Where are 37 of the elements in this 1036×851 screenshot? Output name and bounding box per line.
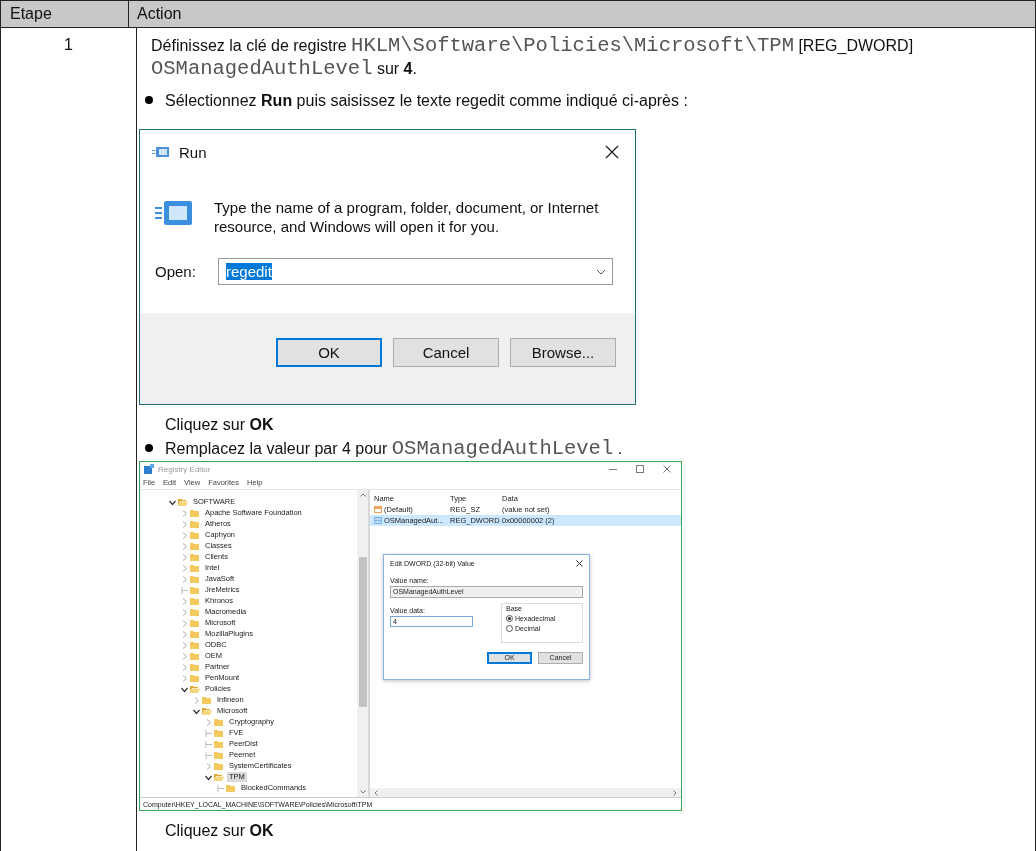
scroll-up-icon[interactable] <box>359 492 366 497</box>
column-header: Action <box>136 4 182 24</box>
instruction-text: Remplacez la valeur par 4 pour OSManagedAuthLevel . <box>165 437 623 460</box>
field-label: Open: <box>155 263 197 280</box>
scroll-left-icon[interactable] <box>374 789 378 796</box>
instruction-text: Sélectionnez Run puis saisissez le texte regedit comme indiqué ci-après : <box>165 91 688 111</box>
string-value-icon <box>374 505 382 513</box>
dialog-button[interactable]: Browse... <box>510 338 616 367</box>
caret-icon[interactable] <box>596 268 606 275</box>
dialog-button[interactable]: Cancel <box>393 338 499 367</box>
dialog-title: Run <box>179 143 207 161</box>
chevron-icon[interactable] <box>168 498 176 506</box>
radio-button[interactable] <box>506 624 513 632</box>
scroll-down-icon[interactable] <box>359 790 366 795</box>
open-field[interactable]: regedit <box>218 258 613 285</box>
column-header: Etape <box>1 1 129 27</box>
dialog-message: Type the name of a program, folder, document, or Internet resource, and Windows will open it for you. <box>214 198 600 236</box>
instruction-text: Définissez la clé de registre HKLM\Software\Policies\Microsoft\TPM [REG_DWORD] OSManagedAuthLevel sur 4. <box>151 34 915 80</box>
bullet-icon <box>145 96 153 104</box>
chevron-icon[interactable] <box>204 773 212 781</box>
chevron-icon[interactable] <box>192 707 200 715</box>
registry-icon <box>144 464 154 475</box>
close-icon[interactable] <box>576 560 583 568</box>
step-number: 1 <box>64 35 73 55</box>
binary-value-icon <box>374 516 382 524</box>
scroll-right-icon[interactable] <box>673 789 677 796</box>
bullet-icon <box>145 444 153 452</box>
run-icon <box>152 146 170 158</box>
instruction-text: Cliquez sur OK <box>165 415 275 435</box>
radio-button[interactable] <box>506 614 513 622</box>
close-icon[interactable] <box>605 145 619 159</box>
instruction-text: Cliquez sur OK <box>165 821 275 841</box>
maximize-icon[interactable] <box>636 465 644 474</box>
chevron-icon[interactable] <box>180 685 188 693</box>
window-title: Registry Editor <box>158 464 211 474</box>
scroll-thumb[interactable] <box>358 556 367 707</box>
dialog-button[interactable]: OK <box>276 338 382 367</box>
